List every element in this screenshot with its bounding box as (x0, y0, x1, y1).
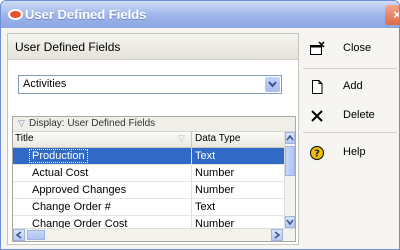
column-header-title[interactable]: Title (15, 133, 34, 144)
scroll-down-button[interactable] (285, 216, 295, 228)
cell-data-type[interactable]: Number (195, 184, 234, 196)
row-selector[interactable] (13, 148, 25, 164)
cell-data-type[interactable]: Text (195, 150, 215, 162)
new-document-icon (309, 79, 325, 95)
column-header-row: Title ▽ Data Type (13, 132, 287, 148)
cell-data-type[interactable]: Number (195, 167, 234, 179)
help-button-label: Help (343, 146, 366, 158)
close-window-icon (309, 41, 325, 57)
cell-divider (191, 148, 192, 164)
x-delete-icon (309, 108, 325, 124)
add-button-label: Add (343, 80, 363, 92)
scroll-up-button[interactable] (285, 132, 295, 144)
dropdown-value: Activities (23, 78, 67, 90)
add-button[interactable]: Add (303, 75, 393, 99)
delete-button[interactable]: Delete (303, 104, 393, 128)
question-help-icon: ? (309, 145, 325, 161)
cell-title[interactable]: Actual Cost (32, 167, 88, 179)
horizontal-scroll-thumb[interactable] (27, 230, 45, 240)
panel-header: User Defined Fields (8, 34, 298, 60)
collapse-chevron-icon[interactable]: ▽ (18, 118, 25, 129)
cell-title[interactable]: Approved Changes (32, 184, 126, 196)
scroll-left-button[interactable] (13, 229, 25, 241)
window-close-button[interactable]: × (385, 5, 399, 25)
vertical-scrollbar[interactable] (284, 132, 295, 228)
group-label: Display: User Defined Fields (29, 118, 156, 129)
main-panel: User Defined Fields Activities ▽ Display… (7, 33, 299, 245)
divider (303, 132, 397, 133)
scroll-right-button[interactable] (271, 229, 283, 241)
close-button-label: Close (343, 42, 372, 54)
subject-area-dropdown[interactable]: Activities (18, 75, 282, 94)
close-button[interactable]: Close (303, 37, 393, 61)
table-row[interactable]: Production Text (13, 148, 287, 165)
row-selector[interactable] (13, 182, 25, 198)
horizontal-scrollbar[interactable] (13, 228, 295, 241)
table-row[interactable]: Approved Changes Number (13, 182, 287, 199)
row-selector[interactable] (13, 199, 25, 215)
window-title: User Defined Fields (25, 7, 147, 22)
cell-divider (191, 165, 192, 181)
cell-title[interactable]: Change Order # (32, 201, 111, 213)
row-selector[interactable] (13, 165, 25, 181)
panel-title: User Defined Fields (15, 40, 121, 54)
chevron-down-icon[interactable] (265, 77, 280, 92)
fields-grid: ▽ Display: User Defined Fields Title ▽ D… (12, 116, 296, 242)
table-row[interactable]: Actual Cost Number (13, 165, 287, 182)
title-bar[interactable]: User Defined Fields × (1, 1, 399, 28)
cell-divider (191, 199, 192, 215)
column-header-data-type[interactable]: Data Type (195, 133, 240, 144)
cell-divider (191, 182, 192, 198)
column-divider[interactable] (191, 132, 192, 147)
app-icon (8, 9, 23, 20)
vertical-scroll-thumb[interactable] (285, 146, 295, 176)
cell-title[interactable]: Production (29, 149, 88, 163)
svg-text:?: ? (314, 149, 320, 160)
divider (303, 68, 397, 69)
user-defined-fields-window: User Defined Fields × User Defined Field… (0, 0, 400, 250)
sort-indicator-icon: ▽ (178, 133, 185, 143)
group-header[interactable]: ▽ Display: User Defined Fields (13, 117, 295, 132)
help-button[interactable]: ? Help (303, 141, 393, 165)
table-row[interactable]: Change Order # Text (13, 199, 287, 216)
delete-button-label: Delete (343, 109, 375, 121)
cell-data-type[interactable]: Text (195, 201, 215, 213)
